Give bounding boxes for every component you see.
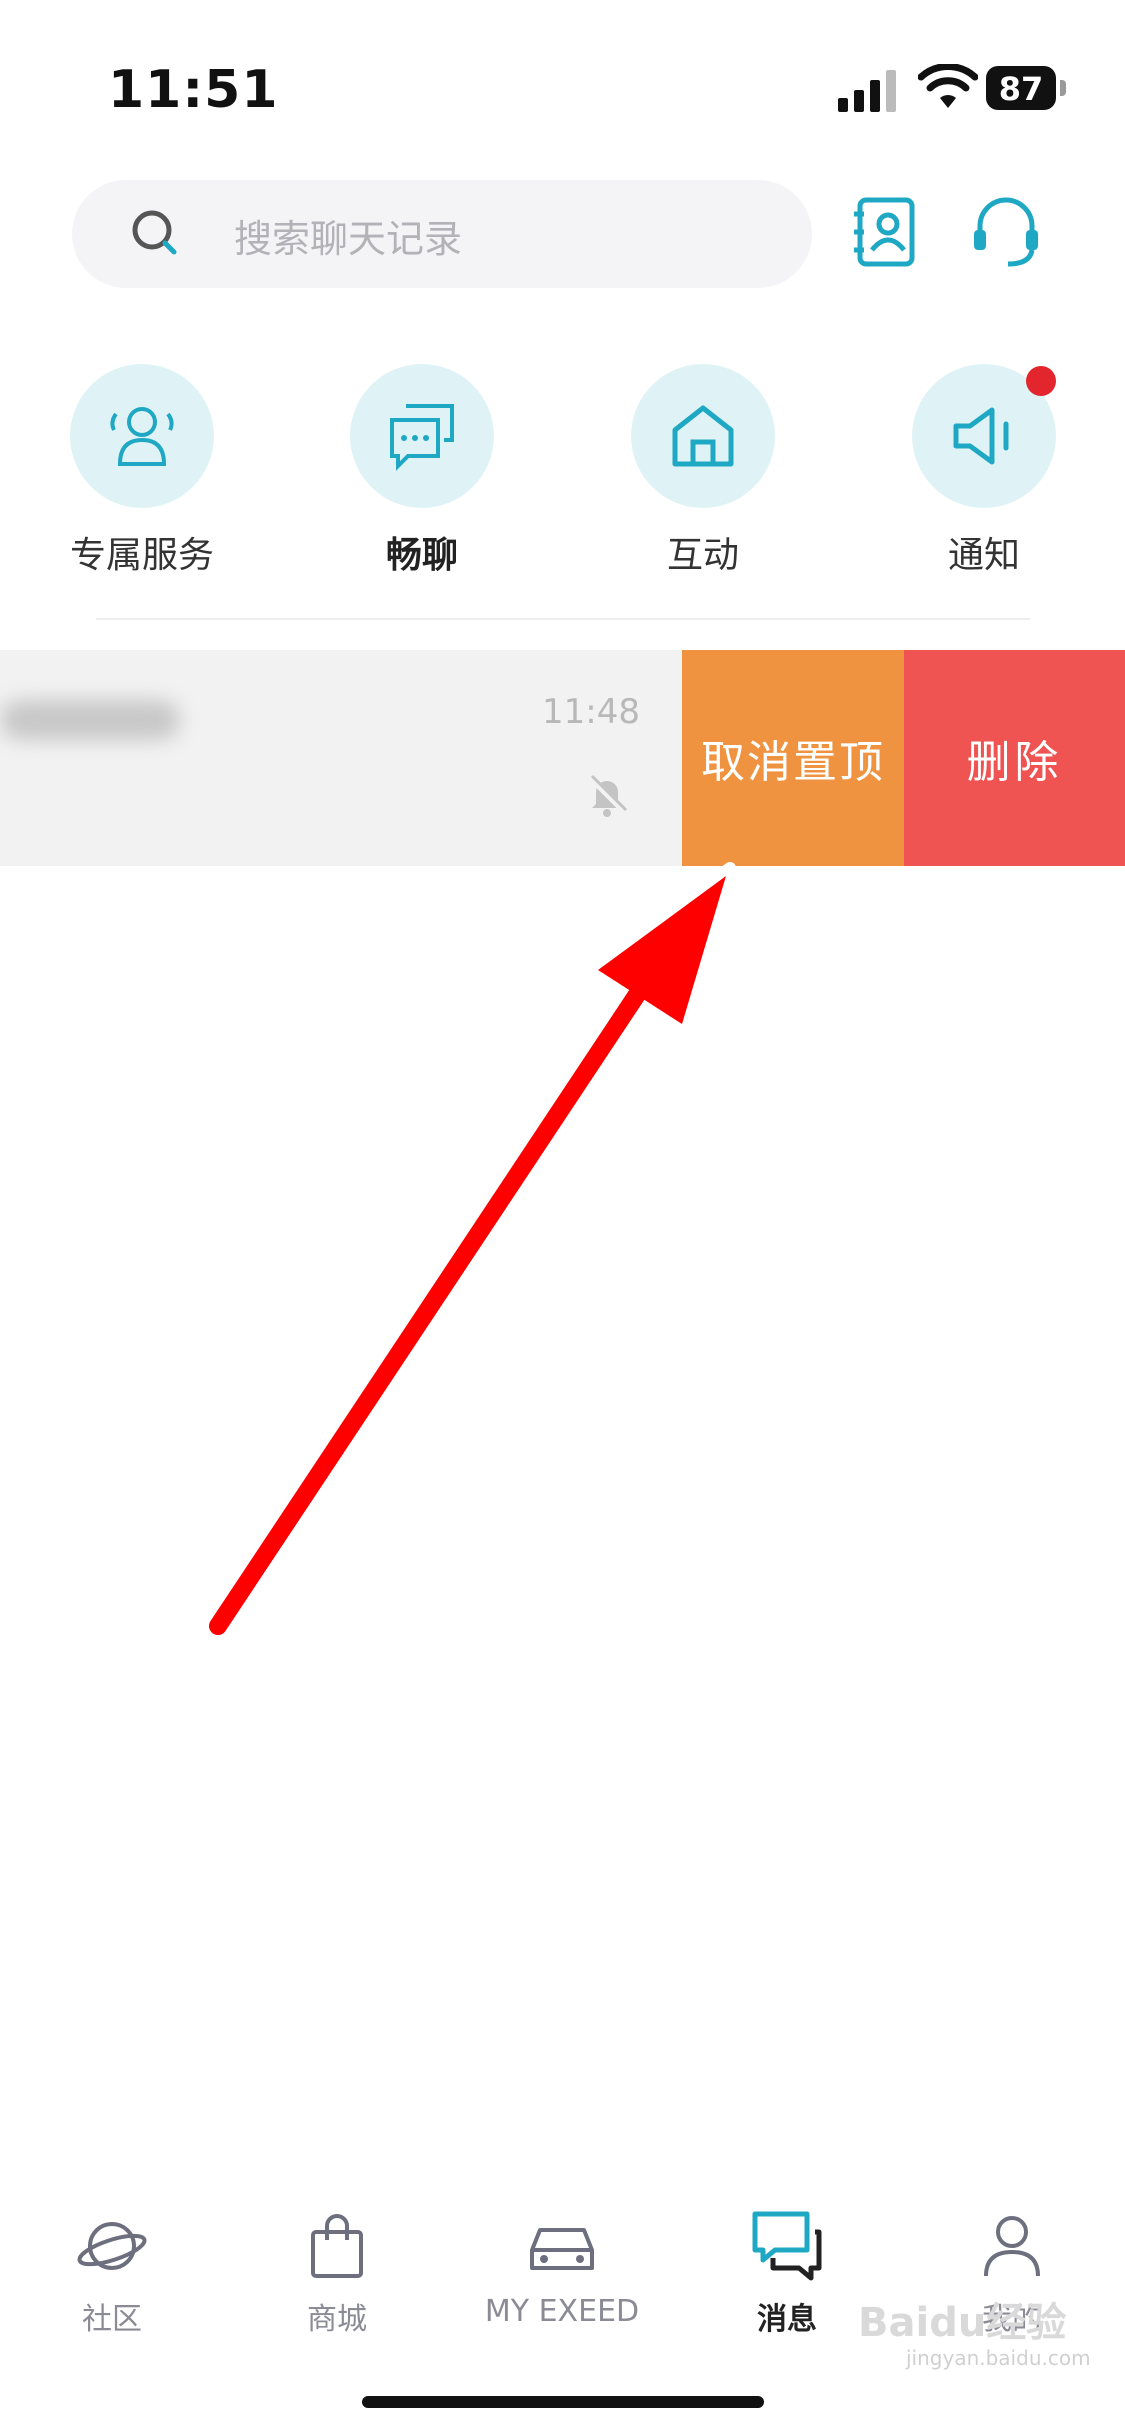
tab-community[interactable]: 社区 bbox=[12, 2200, 212, 2340]
wifi-icon bbox=[918, 64, 978, 108]
search-placeholder: 搜索聊天记录 bbox=[234, 217, 463, 261]
tab-label: 社区 bbox=[82, 2302, 142, 2337]
home-icon bbox=[672, 405, 734, 467]
person-icon bbox=[984, 2216, 1040, 2277]
tab-label: MY EXEED bbox=[484, 2294, 640, 2329]
customer-service-icon[interactable] bbox=[968, 194, 1044, 270]
speaker-icon bbox=[953, 407, 1009, 465]
quick-entry-chat[interactable]: 畅聊 bbox=[322, 364, 522, 604]
battery-indicator: 87 bbox=[986, 66, 1068, 110]
quick-entry-label: 通知 bbox=[947, 535, 1020, 576]
users-icon bbox=[110, 407, 174, 466]
message-icon bbox=[752, 2211, 822, 2281]
search-bar[interactable]: 搜索聊天记录 bbox=[72, 180, 812, 288]
conversation-row[interactable]: 11:48 取消置顶 删除 bbox=[0, 650, 1125, 866]
quick-entry-interaction[interactable]: 互动 bbox=[603, 364, 803, 604]
tab-messages[interactable]: 消息 bbox=[687, 2200, 887, 2340]
bell-muted-icon bbox=[588, 774, 628, 817]
quick-entry-notifications[interactable]: 通知 bbox=[884, 364, 1084, 604]
notification-badge bbox=[1026, 366, 1056, 396]
blurred-contact-name bbox=[0, 700, 180, 740]
conversation-time: 11:48 bbox=[542, 692, 640, 732]
home-indicator[interactable] bbox=[362, 2396, 764, 2408]
status-time: 11:51 bbox=[108, 60, 279, 120]
quick-entry-exclusive-service[interactable]: 专属服务 bbox=[42, 364, 242, 604]
divider bbox=[96, 618, 1030, 620]
tab-mall[interactable]: 商城 bbox=[237, 2200, 437, 2340]
cellular-signal-icon bbox=[838, 70, 896, 112]
unpin-button[interactable]: 取消置顶 bbox=[682, 650, 904, 866]
shopping-bag-icon bbox=[311, 2214, 363, 2278]
tab-label: 商城 bbox=[307, 2302, 367, 2337]
tab-my-exeed[interactable]: MY EXEED bbox=[462, 2200, 662, 2340]
chat-bubbles-icon bbox=[390, 404, 454, 471]
baidu-watermark-url: jingyan.baidu.com bbox=[906, 2346, 1091, 2370]
delete-button[interactable]: 删除 bbox=[904, 650, 1125, 866]
tab-label: 消息 bbox=[757, 2302, 817, 2337]
planet-icon bbox=[77, 2222, 147, 2270]
baidu-watermark: Baidu经验 bbox=[858, 2300, 1067, 2346]
quick-entry-label: 互动 bbox=[666, 535, 739, 576]
car-icon bbox=[530, 2228, 594, 2270]
contacts-icon[interactable] bbox=[850, 196, 922, 268]
battery-percent: 87 bbox=[998, 70, 1044, 108]
quick-entry-label: 畅聊 bbox=[385, 535, 458, 576]
quick-entry-label: 专属服务 bbox=[69, 535, 214, 576]
search-icon bbox=[132, 210, 177, 255]
